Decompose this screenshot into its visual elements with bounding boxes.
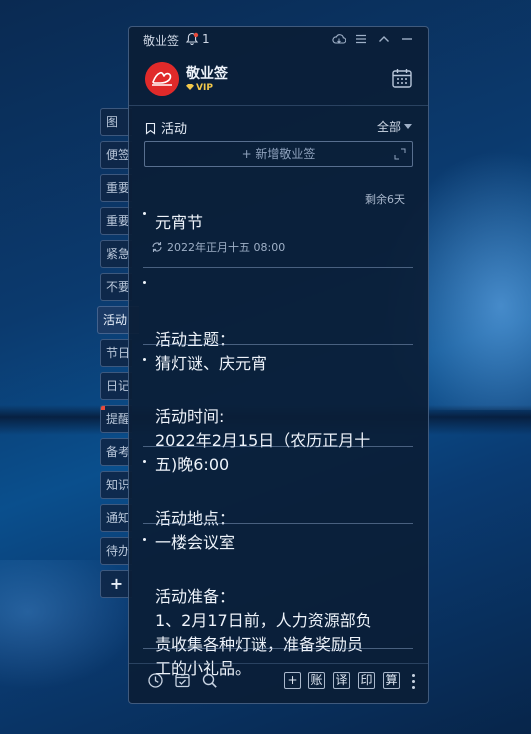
bell-icon[interactable]	[185, 32, 199, 46]
header-divider	[129, 105, 428, 106]
repeat-icon	[152, 242, 162, 252]
notification-count: 1	[202, 32, 210, 46]
expand-icon[interactable]	[394, 148, 406, 160]
note-text: 活动准备： 1、2月17日前，人力资源部负 责收集各种灯谜，准备奖励员 工的小礼…	[155, 587, 372, 678]
translate-button[interactable]: 译	[333, 672, 350, 689]
note-divider	[143, 344, 413, 345]
more-options-icon[interactable]	[412, 674, 415, 689]
user-header: 敬业签 VIP	[129, 55, 428, 105]
note-divider	[143, 648, 413, 649]
note-divider	[143, 267, 413, 268]
print-button[interactable]: 印	[358, 672, 375, 689]
bullet	[143, 358, 146, 361]
reminder-time: 2022年正月十五 08:00	[151, 239, 285, 255]
vip-badge: VIP	[186, 83, 213, 93]
app-logo-icon[interactable]	[145, 62, 179, 96]
section-title: 活动	[144, 118, 187, 137]
chevron-down-icon	[404, 124, 412, 129]
accounting-button[interactable]: 账	[308, 672, 325, 689]
bullet	[143, 281, 146, 284]
bullet	[143, 538, 146, 541]
search-icon[interactable]	[201, 672, 218, 689]
bullet	[143, 460, 146, 463]
clock-icon[interactable]	[147, 672, 164, 689]
minimize-icon[interactable]	[400, 32, 414, 46]
menu-icon[interactable]	[354, 32, 368, 46]
unread-dot	[101, 406, 105, 410]
bullet	[143, 212, 146, 215]
user-name: 敬业签	[186, 66, 228, 82]
note-text: 元宵节	[155, 213, 204, 232]
cloud-sync-icon[interactable]	[332, 32, 346, 46]
bottom-toolbar: + 账 译 印 算	[129, 672, 428, 696]
calculator-button[interactable]: 算	[383, 672, 400, 689]
app-title: 敬业签	[143, 34, 180, 48]
checkbox-icon[interactable]	[174, 672, 191, 689]
note-item[interactable]: 元宵节	[143, 211, 413, 235]
diamond-icon	[186, 84, 194, 90]
calendar-icon[interactable]	[391, 67, 413, 89]
title-bar[interactable]: 敬业签 1	[129, 27, 428, 52]
note-divider	[143, 523, 413, 524]
notes-panel: 敬业签 1 敬业签 VIP 活动 全部 + 新增敬业签 剩余6天 元宵节 202…	[128, 26, 429, 704]
collapse-icon[interactable]	[377, 32, 391, 46]
note-divider	[143, 446, 413, 447]
new-note-button[interactable]: + 新增敬业签	[144, 141, 413, 167]
filter-dropdown[interactable]: 全部	[377, 118, 412, 135]
add-note-button[interactable]: +	[284, 672, 301, 689]
bookmark-icon	[145, 122, 156, 135]
footer-divider	[129, 663, 428, 664]
days-remaining: 剩余6天	[365, 193, 405, 206]
